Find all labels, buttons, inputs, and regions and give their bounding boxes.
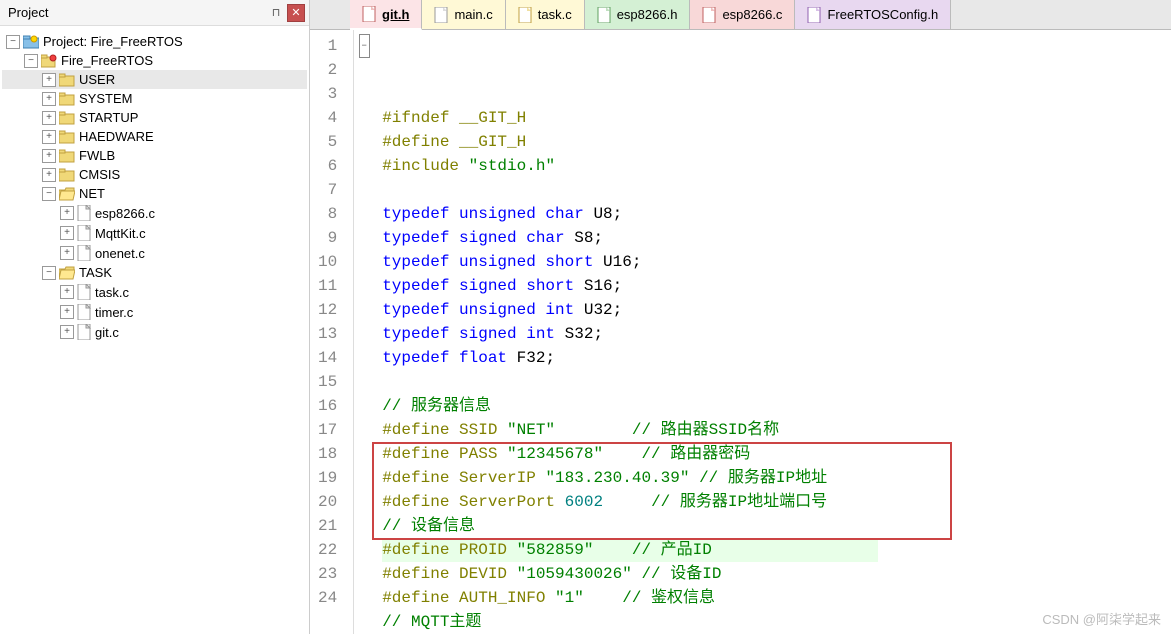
tab-git-h[interactable]: git.h — [350, 0, 422, 30]
tree-file[interactable]: + git.c — [2, 322, 307, 342]
tree-label: esp8266.c — [95, 206, 155, 221]
tab-label: esp8266.h — [617, 7, 678, 22]
tree-label: FWLB — [79, 148, 115, 163]
tab-esp8266-h[interactable]: esp8266.h — [585, 0, 691, 29]
folder-icon — [59, 130, 75, 144]
tab-freertos-config[interactable]: FreeRTOSConfig.h — [795, 0, 951, 29]
expand-icon[interactable]: + — [42, 92, 56, 106]
tree-folder-fwlb[interactable]: + FWLB — [2, 146, 307, 165]
folder-icon — [59, 168, 75, 182]
tree-label: HAEDWARE — [79, 129, 154, 144]
c-file-icon — [702, 7, 716, 23]
expand-icon[interactable]: − — [6, 35, 20, 49]
expand-icon[interactable]: − — [42, 266, 56, 280]
expand-icon[interactable]: − — [24, 54, 38, 68]
c-file-icon — [434, 7, 448, 23]
tree-label: Fire_FreeRTOS — [61, 53, 153, 68]
tree-label: CMSIS — [79, 167, 120, 182]
c-file-icon — [77, 205, 91, 221]
tree-label: TASK — [79, 265, 112, 280]
panel-controls: ⊓ ✕ — [267, 4, 305, 22]
tree-label: SYSTEM — [79, 91, 132, 106]
code-content[interactable]: #ifndef __GIT_H#define __GIT_H#include "… — [374, 30, 886, 634]
watermark: CSDN @阿柒学起来 — [1042, 609, 1161, 628]
expand-icon[interactable]: + — [60, 325, 74, 339]
expand-icon[interactable]: + — [42, 111, 56, 125]
line-gutter: 123456789101112131415161718192021222324 — [310, 30, 354, 634]
panel-header: Project ⊓ ✕ — [0, 0, 309, 26]
expand-icon[interactable]: + — [60, 305, 74, 319]
tab-label: git.h — [382, 7, 409, 22]
editor-tabs: git.h main.c task.c esp8266.h esp8266.c … — [310, 0, 1171, 30]
target-icon — [41, 54, 57, 68]
tree-label: USER — [79, 72, 115, 87]
tree-folder-net[interactable]: − NET — [2, 184, 307, 203]
tab-label: FreeRTOSConfig.h — [827, 7, 938, 22]
folder-open-icon — [59, 266, 75, 280]
tree-label: task.c — [95, 285, 129, 300]
tree-folder-system[interactable]: + SYSTEM — [2, 89, 307, 108]
code-editor[interactable]: 123456789101112131415161718192021222324 … — [310, 30, 1171, 634]
h-file-icon — [362, 6, 376, 22]
tree-folder-hardware[interactable]: + HAEDWARE — [2, 127, 307, 146]
expand-icon[interactable]: + — [60, 206, 74, 220]
tree-label: timer.c — [95, 305, 133, 320]
tree-folder-task[interactable]: − TASK — [2, 263, 307, 282]
panel-title: Project — [4, 5, 48, 20]
tree-file[interactable]: + onenet.c — [2, 243, 307, 263]
c-file-icon — [77, 284, 91, 300]
tree-label: git.c — [95, 325, 119, 340]
expand-icon[interactable]: + — [42, 168, 56, 182]
tab-esp8266-c[interactable]: esp8266.c — [690, 0, 795, 29]
folder-icon — [59, 73, 75, 87]
c-file-icon — [518, 7, 532, 23]
close-icon[interactable]: ✕ — [287, 4, 305, 22]
tree-file[interactable]: + timer.c — [2, 302, 307, 322]
tree-target[interactable]: − Fire_FreeRTOS — [2, 51, 307, 70]
tree-file[interactable]: + esp8266.c — [2, 203, 307, 223]
tree-file[interactable]: + MqttKit.c — [2, 223, 307, 243]
tree-folder-startup[interactable]: + STARTUP — [2, 108, 307, 127]
expand-icon[interactable]: + — [60, 226, 74, 240]
tree-folder-user[interactable]: + USER — [2, 70, 307, 89]
tab-task-c[interactable]: task.c — [506, 0, 585, 29]
tree-label: STARTUP — [79, 110, 138, 125]
tree-label: MqttKit.c — [95, 226, 146, 241]
tab-label: main.c — [454, 7, 492, 22]
expand-icon[interactable]: + — [60, 246, 74, 260]
tree-folder-cmsis[interactable]: + CMSIS — [2, 165, 307, 184]
tab-label: esp8266.c — [722, 7, 782, 22]
project-tree[interactable]: − Project: Fire_FreeRTOS − Fire_FreeRTOS… — [0, 26, 309, 634]
tab-main-c[interactable]: main.c — [422, 0, 505, 29]
tree-root[interactable]: − Project: Fire_FreeRTOS — [2, 32, 307, 51]
project-icon — [23, 35, 39, 49]
tree-label: NET — [79, 186, 105, 201]
folder-open-icon — [59, 187, 75, 201]
folder-icon — [59, 111, 75, 125]
tab-label: task.c — [538, 7, 572, 22]
c-file-icon — [77, 324, 91, 340]
folder-icon — [59, 92, 75, 106]
h-file-icon — [597, 7, 611, 23]
c-file-icon — [77, 225, 91, 241]
expand-icon[interactable]: − — [42, 187, 56, 201]
folder-icon — [59, 149, 75, 163]
expand-icon[interactable]: + — [42, 149, 56, 163]
editor-area: git.h main.c task.c esp8266.h esp8266.c … — [310, 0, 1171, 634]
tree-label: Project: Fire_FreeRTOS — [43, 34, 183, 49]
expand-icon[interactable]: + — [42, 73, 56, 87]
c-file-icon — [77, 245, 91, 261]
expand-icon[interactable]: + — [42, 130, 56, 144]
pin-icon[interactable]: ⊓ — [267, 4, 285, 22]
fold-gutter[interactable]: − — [354, 30, 374, 634]
project-panel: Project ⊓ ✕ − Project: Fire_FreeRTOS − F… — [0, 0, 310, 634]
tree-label: onenet.c — [95, 246, 145, 261]
h-file-icon — [807, 7, 821, 23]
expand-icon[interactable]: + — [60, 285, 74, 299]
tree-file[interactable]: + task.c — [2, 282, 307, 302]
c-file-icon — [77, 304, 91, 320]
